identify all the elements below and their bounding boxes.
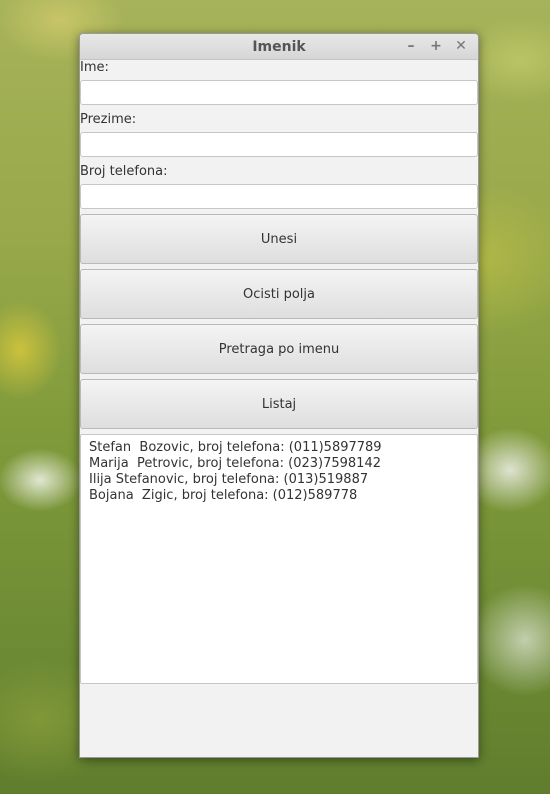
list-button[interactable]: Listaj bbox=[80, 379, 478, 429]
maximize-icon[interactable]: + bbox=[427, 37, 445, 55]
contact-row: Marija Petrovic, broj telefona: (023)759… bbox=[89, 456, 381, 471]
enter-button[interactable]: Unesi bbox=[80, 214, 478, 264]
close-icon[interactable]: ✕ bbox=[452, 37, 470, 55]
contact-row: Stefan Bozovic, broj telefona: (011)5897… bbox=[89, 440, 382, 455]
first-name-field[interactable] bbox=[80, 80, 478, 105]
contact-row: Bojana Zigic, broj telefona: (012)589778 bbox=[89, 488, 358, 503]
last-name-field[interactable] bbox=[80, 132, 478, 157]
phone-label: Broj telefona: bbox=[80, 164, 168, 179]
clear-fields-button[interactable]: Ocisti polja bbox=[80, 269, 478, 319]
minimize-icon[interactable]: – bbox=[402, 37, 420, 55]
first-name-label: Ime: bbox=[80, 60, 109, 75]
app-window: Imenik – + ✕ Ime: Prezime: Broj telefona… bbox=[79, 33, 479, 758]
phone-field[interactable] bbox=[80, 184, 478, 209]
title-bar[interactable]: Imenik – + ✕ bbox=[80, 34, 478, 60]
window-footer bbox=[80, 684, 478, 757]
search-by-name-button[interactable]: Pretraga po imenu bbox=[80, 324, 478, 374]
last-name-label: Prezime: bbox=[80, 112, 137, 127]
contacts-text-area[interactable]: Stefan Bozovic, broj telefona: (011)5897… bbox=[80, 434, 478, 684]
contact-row: Ilija Stefanovic, broj telefona: (013)51… bbox=[89, 472, 369, 487]
